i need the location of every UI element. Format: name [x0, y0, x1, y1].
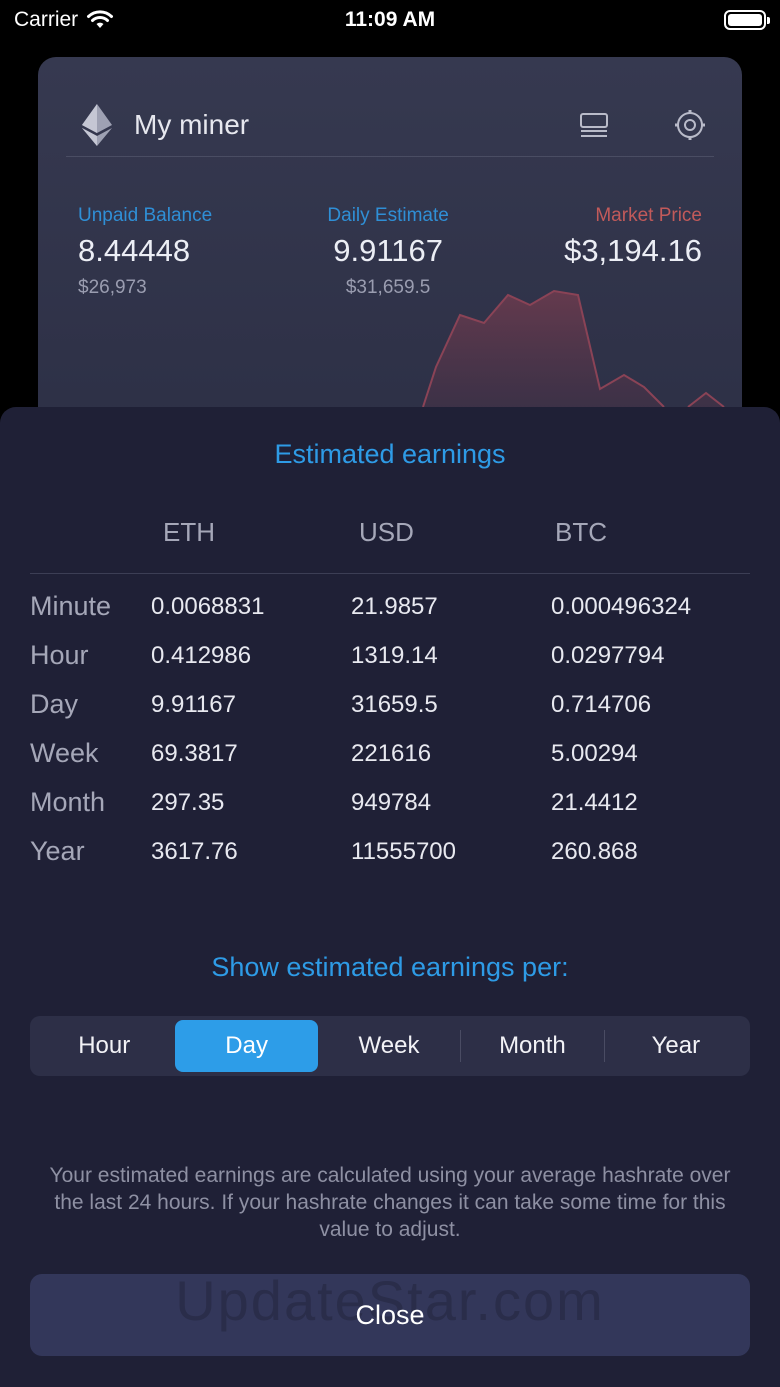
eth-value: 0.0068831 [151, 593, 265, 620]
battery-icon [724, 10, 770, 30]
stat-sub: $26,973 [78, 277, 147, 298]
close-button-label: Close [355, 1299, 425, 1330]
segment-week[interactable]: Week [318, 1020, 460, 1072]
usd-value: 11555700 [351, 838, 456, 865]
gear-icon[interactable] [674, 109, 706, 141]
stat-sub: $31,659.5 [345, 277, 431, 298]
btc-value: 0.0297794 [551, 642, 665, 669]
btc-value: 260.868 [551, 838, 638, 865]
stat-label: Unpaid Balance [78, 205, 213, 226]
segment-month[interactable]: Month [461, 1020, 603, 1072]
ethereum-icon [82, 103, 112, 146]
earnings-table: Minute 0.0068831 21.9857 0.000496324 Hou… [30, 591, 750, 887]
row-label: Week [30, 738, 99, 768]
row-label: Month [30, 787, 106, 817]
usd-value: 1319.14 [351, 642, 438, 669]
segment-year[interactable]: Year [605, 1020, 747, 1072]
row-label: Hour [30, 640, 89, 670]
btc-value: 5.00294 [551, 740, 638, 767]
segment-hour[interactable]: Hour [33, 1020, 175, 1072]
period-segmented-control: Hour Day Week Month Year [30, 1016, 750, 1076]
row-label: Year [30, 836, 85, 866]
column-header-eth: ETH [163, 517, 215, 547]
eth-value: 9.91167 [151, 691, 236, 718]
table-row: Year 3617.76 11555700 260.868 [30, 836, 750, 887]
column-header-usd: USD [359, 517, 414, 547]
daily-estimate-stat: Daily Estimate 9.91167 $31,659.5 [327, 205, 448, 299]
stat-label: Daily Estimate [327, 205, 449, 226]
miner-card[interactable]: My miner Unpaid Balance 8.44448 $26,973 … [38, 57, 742, 437]
unpaid-balance-stat: Unpaid Balance 8.44448 $26,973 [78, 205, 212, 299]
stat-value: 9.91167 [333, 233, 443, 268]
table-row: Hour 0.412986 1319.14 0.0297794 [30, 640, 750, 691]
stat-label: Market Price [595, 205, 702, 226]
btc-value: 21.4412 [551, 789, 638, 816]
btc-value: 0.714706 [551, 691, 652, 718]
table-row: Month 297.35 949784 21.4412 [30, 787, 750, 838]
table-row: Week 69.3817 221616 5.00294 [30, 738, 750, 789]
miner-stats: Unpaid Balance 8.44448 $26,973 Daily Est… [78, 205, 702, 299]
stat-value: 8.44448 [78, 233, 191, 268]
status-bar: Carrier 11:09 AM [0, 0, 780, 40]
eth-value: 3617.76 [151, 838, 238, 865]
miner-header: My miner [66, 93, 714, 157]
row-label: Minute [30, 591, 112, 621]
close-button[interactable]: UpdateStar.com Close [30, 1274, 750, 1356]
wifi-icon [87, 10, 114, 28]
column-header-btc: BTC [555, 517, 607, 547]
sheet-title: Estimated earnings [274, 439, 506, 469]
earnings-footnote: Your estimated earnings are calculated u… [49, 1164, 731, 1241]
usd-value: 949784 [351, 789, 432, 816]
estimated-earnings-sheet: Estimated earnings ETH USD BTC Minute 0.… [0, 407, 780, 1387]
usd-value: 221616 [351, 740, 432, 767]
eth-value: 69.3817 [151, 740, 238, 767]
column-headers: ETH USD BTC [30, 517, 750, 574]
eth-value: 297.35 [151, 789, 225, 816]
usd-value: 21.9857 [351, 593, 438, 620]
carrier-label: Carrier [14, 8, 79, 31]
btc-value: 0.000496324 [551, 593, 692, 620]
miner-title: My miner [134, 108, 250, 140]
row-label: Day [30, 689, 79, 719]
status-time: 11:09 AM [344, 8, 436, 31]
table-row: Minute 0.0068831 21.9857 0.000496324 [30, 591, 750, 642]
earnings-period-title: Show estimated earnings per: [211, 952, 569, 982]
table-row: Day 9.91167 31659.5 0.714706 [30, 689, 750, 740]
status-left: Carrier [14, 8, 114, 32]
stat-value: $3,194.16 [564, 233, 702, 268]
eth-value: 0.412986 [151, 642, 252, 669]
usd-value: 31659.5 [351, 691, 438, 718]
segment-day[interactable]: Day [175, 1020, 318, 1072]
market-price-stat: Market Price $3,194.16 [564, 205, 702, 299]
list-view-icon[interactable] [578, 109, 610, 141]
